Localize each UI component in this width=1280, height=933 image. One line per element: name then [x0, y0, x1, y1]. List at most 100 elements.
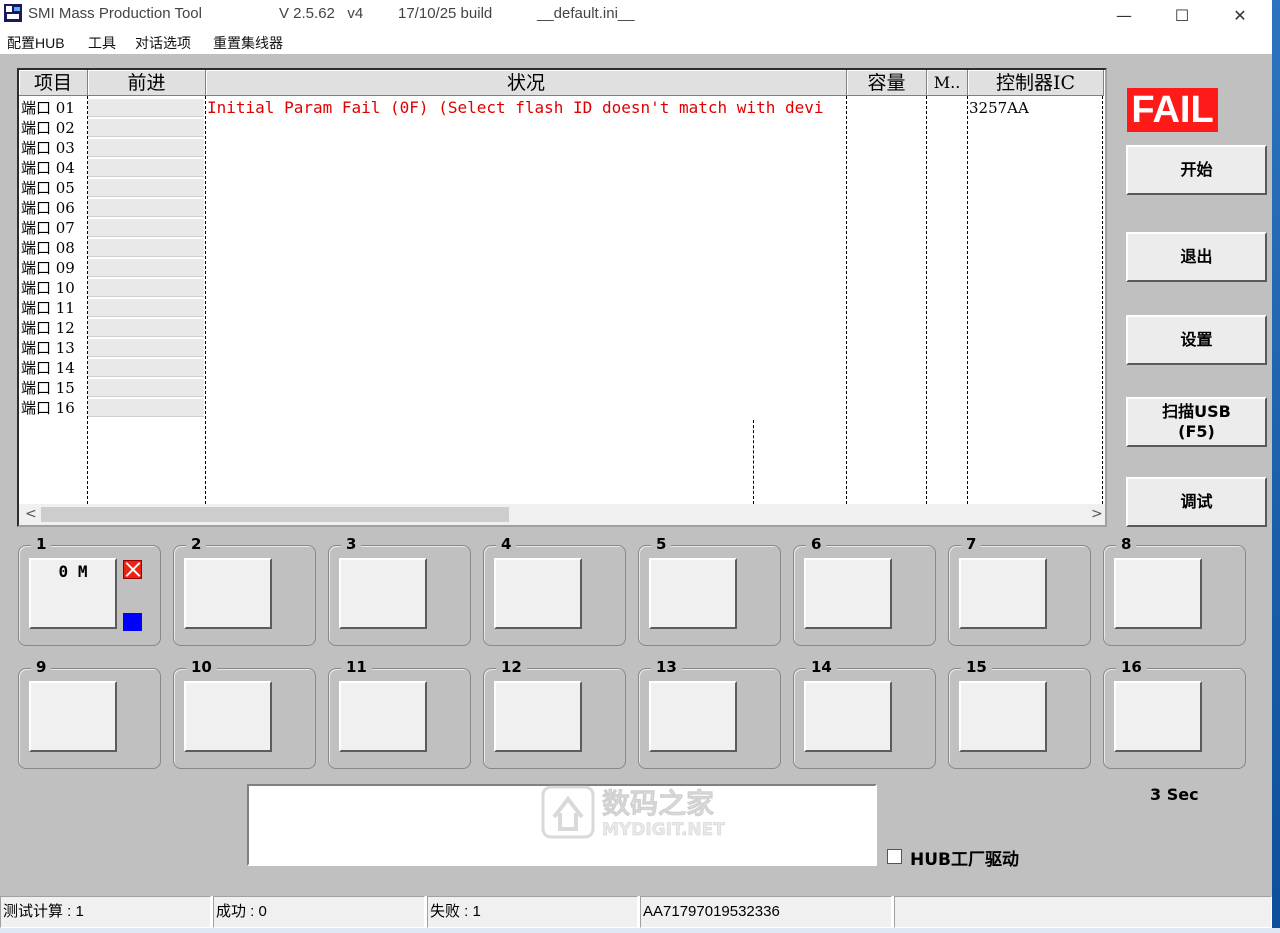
- fail-x-icon: [123, 560, 142, 579]
- port-progress-cell: [88, 299, 204, 317]
- port-progress-cell: [88, 339, 204, 357]
- port-tile-button[interactable]: [804, 558, 892, 629]
- scroll-right-icon[interactable]: >: [1091, 506, 1103, 522]
- port-group-10: 10: [173, 658, 316, 769]
- port-row-label[interactable]: 端口 09: [21, 258, 87, 278]
- port-progress-cell: [88, 219, 204, 237]
- port-row-label[interactable]: 端口 02: [21, 118, 87, 138]
- port-progress-cell: [88, 399, 204, 417]
- port-row-label[interactable]: 端口 03: [21, 138, 87, 158]
- row1-status-text: Initial Param Fail (0F) (Select flash ID…: [207, 98, 824, 117]
- elapsed-timer: 3 Sec: [1150, 785, 1199, 804]
- port-tile-button[interactable]: 0 M: [29, 558, 117, 629]
- port-row-label[interactable]: 端口 01: [21, 98, 87, 118]
- window-border: [0, 928, 1280, 933]
- port-group-number: 5: [651, 535, 672, 553]
- port-tile-button[interactable]: [1114, 681, 1202, 752]
- port-group-number: 3: [341, 535, 362, 553]
- app-icon: [4, 4, 22, 22]
- minimize-button[interactable]: —: [1095, 0, 1153, 30]
- menu-bar: 配置HUB 工具 对话选项 重置集线器: [0, 30, 1272, 54]
- port-row-label[interactable]: 端口 04: [21, 158, 87, 178]
- minimize-icon: —: [1116, 5, 1132, 25]
- menu-reset-hub[interactable]: 重置集线器: [213, 33, 283, 53]
- port-group-number: 11: [341, 658, 372, 676]
- port-list-view[interactable]: 项目 前进 状况 容量 M.. 控制器IC 端口 01 端口 02 端口 03 端口 …: [17, 68, 1107, 527]
- status-serial-number: AA71797019532336: [640, 896, 892, 928]
- port-tile-button[interactable]: [494, 558, 582, 629]
- port-tile-button[interactable]: [649, 681, 737, 752]
- debug-button[interactable]: 调试: [1126, 477, 1267, 527]
- column-header-capacity[interactable]: 容量: [847, 70, 927, 96]
- port-row-label[interactable]: 端口 11: [21, 298, 87, 318]
- scan-usb-button[interactable]: 扫描USB (F5): [1126, 397, 1267, 447]
- scroll-left-icon[interactable]: <: [25, 506, 37, 522]
- port-group-7: 7: [948, 535, 1091, 646]
- port-tile-button[interactable]: [959, 558, 1047, 629]
- exit-button[interactable]: 退出: [1126, 232, 1267, 282]
- port-group-number: 9: [31, 658, 52, 676]
- port-tile-button[interactable]: [804, 681, 892, 752]
- column-divider: [205, 96, 206, 504]
- port-row-label[interactable]: 端口 08: [21, 238, 87, 258]
- port-tile-button[interactable]: [29, 681, 117, 752]
- port-progress-cell: [88, 359, 204, 377]
- port-group-number: 15: [961, 658, 992, 676]
- horizontal-scrollbar[interactable]: < >: [19, 504, 1105, 525]
- port-group-number: 16: [1116, 658, 1147, 676]
- column-header-item[interactable]: 项目: [19, 70, 88, 96]
- settings-button[interactable]: 设置: [1126, 315, 1267, 365]
- port-row-label[interactable]: 端口 06: [21, 198, 87, 218]
- scrollbar-thumb[interactable]: [41, 507, 509, 522]
- port-row-label[interactable]: 端口 05: [21, 178, 87, 198]
- row1-controller-text: 3257AA: [969, 99, 1029, 117]
- port-tile-button[interactable]: [649, 558, 737, 629]
- menu-config-hub[interactable]: 配置HUB: [7, 33, 65, 53]
- maximize-icon: ☐: [1174, 5, 1190, 25]
- port-group-1: 10 M: [18, 535, 161, 646]
- column-header-progress[interactable]: 前进: [88, 70, 206, 96]
- port-group-11: 11: [328, 658, 471, 769]
- port-tile-button[interactable]: [339, 558, 427, 629]
- port-group-15: 15: [948, 658, 1091, 769]
- port-tile-button[interactable]: [494, 681, 582, 752]
- port-tile-button[interactable]: [184, 681, 272, 752]
- port-tile-button[interactable]: [1114, 558, 1202, 629]
- port-row-label[interactable]: 端口 15: [21, 378, 87, 398]
- port-progress-cell: [88, 279, 204, 297]
- port-progress-cell: [88, 259, 204, 277]
- port-group-13: 13: [638, 658, 781, 769]
- port-tile-button[interactable]: [184, 558, 272, 629]
- port-group-6: 6: [793, 535, 936, 646]
- port-row-label[interactable]: 端口 14: [21, 358, 87, 378]
- column-header-m[interactable]: M..: [927, 70, 968, 96]
- watermark-en-text: MYDIGIT.NET: [602, 820, 725, 840]
- port-row-label[interactable]: 端口 07: [21, 218, 87, 238]
- port-tile-button[interactable]: [959, 681, 1047, 752]
- port-progress-cell: [88, 379, 204, 397]
- port-row-label[interactable]: 端口 13: [21, 338, 87, 358]
- maximize-button[interactable]: ☐: [1153, 0, 1211, 30]
- port-row-label[interactable]: 端口 16: [21, 398, 87, 418]
- column-header-controller[interactable]: 控制器IC: [968, 70, 1104, 96]
- port-row-label[interactable]: 端口 10: [21, 278, 87, 298]
- hub-factory-driver-checkbox[interactable]: [887, 849, 902, 864]
- port-progress-cell: [88, 99, 204, 117]
- port-group-number: 13: [651, 658, 682, 676]
- app-title: SMI Mass Production Tool: [28, 5, 202, 22]
- menu-tools[interactable]: 工具: [88, 33, 116, 53]
- window-border: [1272, 0, 1280, 933]
- column-header-status[interactable]: 状况: [206, 70, 847, 96]
- menu-dialog-options[interactable]: 对话选项: [135, 33, 191, 53]
- close-button[interactable]: ✕: [1211, 0, 1269, 30]
- port-row-label[interactable]: 端口 12: [21, 318, 87, 338]
- port-group-5: 5: [638, 535, 781, 646]
- close-icon: ✕: [1233, 5, 1247, 25]
- port-group-number: 10: [186, 658, 217, 676]
- port-tile-button[interactable]: [339, 681, 427, 752]
- start-button[interactable]: 开始: [1126, 145, 1267, 195]
- column-divider: [1102, 96, 1103, 504]
- status-test-count: 测试计算 : 1: [0, 896, 211, 928]
- title-bar: SMI Mass Production Tool V 2.5.62 v4 17/…: [0, 0, 1280, 30]
- status-extra-panel: [894, 896, 1272, 928]
